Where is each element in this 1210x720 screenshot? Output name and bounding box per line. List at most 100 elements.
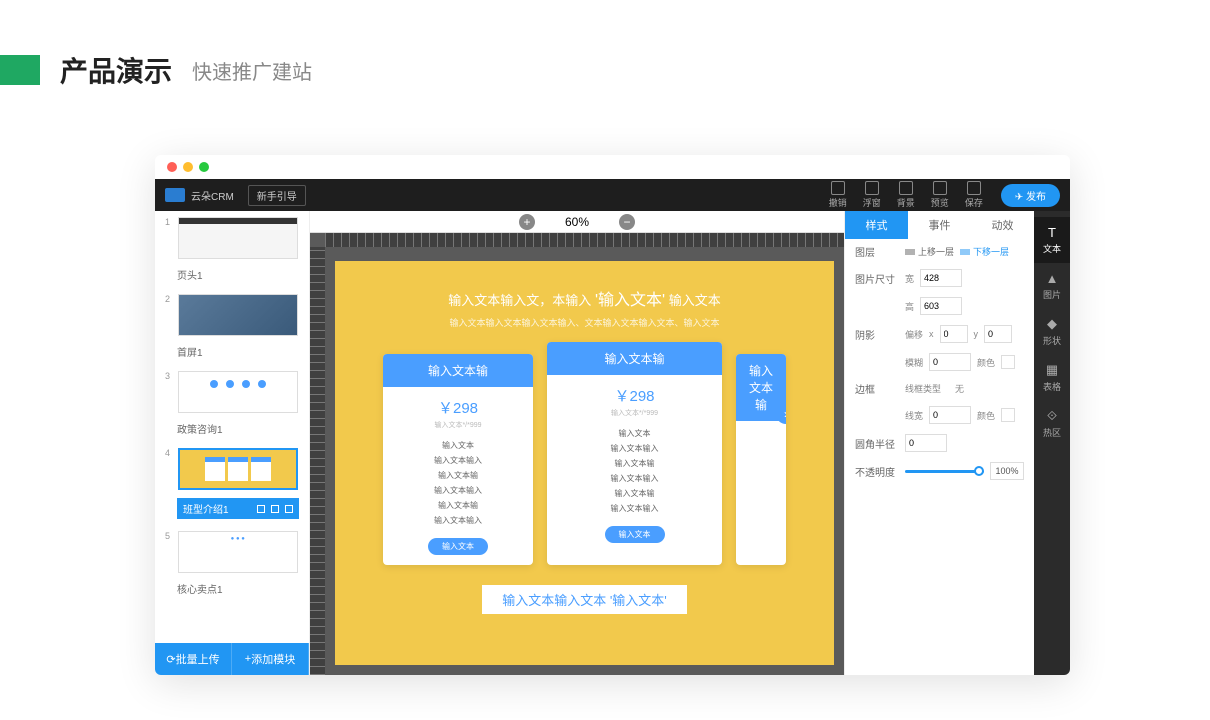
page-subtitle: 快速推广建站 <box>192 56 312 85</box>
slide-item[interactable]: 3 政策咨询1 <box>155 365 309 442</box>
layer-down-icon <box>960 249 970 255</box>
shadow-label: 阴影 <box>855 327 899 342</box>
save-button[interactable]: 保存 <box>965 181 983 209</box>
tool-shape[interactable]: ◆形状 <box>1034 309 1070 355</box>
tool-text[interactable]: T文本 <box>1034 217 1070 263</box>
undo-icon <box>831 181 845 195</box>
add-module-button[interactable]: + 添加模块 <box>232 643 309 675</box>
zoom-in-button[interactable]: + <box>519 214 535 230</box>
slide-label: 核心卖点1 <box>177 581 299 596</box>
guide-button[interactable]: 新手引导 <box>248 185 306 206</box>
card-price: ￥298 <box>547 375 722 408</box>
zoom-bar: + 60% − <box>310 211 844 233</box>
radius-label: 圆角半径 <box>855 436 899 451</box>
canvas-heading[interactable]: 输入文本输入文，本输入 '输入文本' 输入文本 <box>345 286 824 310</box>
canvas-content[interactable]: 输入文本输入文，本输入 '输入文本' 输入文本 输入文本输入文本输入文本输入、文… <box>335 261 834 665</box>
zoom-out-button[interactable]: − <box>619 214 635 230</box>
layer-up-button[interactable]: 上移一层 <box>905 245 954 258</box>
slide-item[interactable]: 2 首屏1 <box>155 288 309 365</box>
tool-strip: T文本 ▲图片 ◆形状 ▦表格 ⟐热区 <box>1034 211 1070 675</box>
batch-upload-button[interactable]: ⟳ 批量上传 <box>155 643 232 675</box>
shadow-x-input[interactable] <box>940 325 968 343</box>
properties-panel: 样式 事件 动效 图层 上移一层 下移一层 图片尺寸 宽 高 阴影 <box>844 211 1034 675</box>
slide-label: 政策咨询1 <box>177 421 299 436</box>
save-icon <box>967 181 981 195</box>
close-icon[interactable] <box>167 162 177 172</box>
layer-down-button[interactable]: 下移一层 <box>960 245 1009 258</box>
publish-button[interactable]: ✈ 发布 <box>1001 184 1060 207</box>
slide-thumb-selected[interactable] <box>178 448 298 490</box>
border-color-swatch[interactable] <box>1001 408 1015 422</box>
opacity-slider[interactable] <box>905 470 984 473</box>
border-width-input[interactable] <box>929 406 971 424</box>
slide-label: 页头1 <box>177 267 299 282</box>
hotzone-icon: ⟐ <box>1045 409 1059 423</box>
card-header: 输入文本输 <box>547 342 722 375</box>
float-icon <box>865 181 879 195</box>
undo-button[interactable]: 撤销 <box>829 181 847 209</box>
float-button[interactable]: 浮窗 <box>863 181 881 209</box>
left-footer: ⟳ 批量上传 + 添加模块 <box>155 643 309 675</box>
slide-item[interactable]: 4 班型介绍1 <box>155 442 309 525</box>
slide-thumb[interactable] <box>178 217 298 259</box>
property-tabs: 样式 事件 动效 <box>845 211 1034 239</box>
card-price: ￥298 <box>383 387 533 420</box>
minimize-icon[interactable] <box>183 162 193 172</box>
canvas-area[interactable]: + 60% − 输入文本输入文，本输入 '输入文本' 输入文本 输入文本输入文本… <box>310 211 844 675</box>
height-input[interactable] <box>920 297 962 315</box>
image-icon: ▲ <box>1045 271 1059 285</box>
slide-item[interactable]: 5 ● ● ● 核心卖点1 <box>155 525 309 602</box>
maximize-icon[interactable] <box>199 162 209 172</box>
radius-input[interactable] <box>905 434 947 452</box>
price-card-partial[interactable]: 输入文本输 › <box>736 354 786 565</box>
opacity-value: 100% <box>990 462 1024 480</box>
tab-effect[interactable]: 动效 <box>971 211 1034 239</box>
size-label: 图片尺寸 <box>855 271 899 286</box>
card-header: 输入文本输 <box>383 354 533 387</box>
text-icon: T <box>1045 225 1059 239</box>
preview-button[interactable]: 预览 <box>931 181 949 209</box>
table-icon: ▦ <box>1045 363 1059 377</box>
ruler-vertical <box>310 247 325 675</box>
slide-label-selected: 班型介绍1 <box>177 498 299 519</box>
canvas-subheading[interactable]: 输入文本输入文本输入文本输入、文本输入文本输入文本、输入文本 <box>345 316 824 329</box>
slide-label: 首屏1 <box>177 344 299 359</box>
slide-item[interactable]: 1 页头1 <box>155 211 309 288</box>
brand-logo: 云朵CRM <box>165 188 234 203</box>
eye-icon <box>933 181 947 195</box>
shadow-y-input[interactable] <box>984 325 1012 343</box>
card-button[interactable]: 输入文本 <box>605 526 665 543</box>
page-header: 产品演示 快速推广建站 <box>0 0 1210 110</box>
copy-icon[interactable] <box>271 505 279 513</box>
width-input[interactable] <box>920 269 962 287</box>
slide-thumb[interactable] <box>178 371 298 413</box>
price-card-featured[interactable]: 输入文本输 ￥298 输入文本*/*999 输入文本 输入文本输入 输入文本输 … <box>547 342 722 565</box>
slide-thumb[interactable]: ● ● ● <box>178 531 298 573</box>
shadow-blur-input[interactable] <box>929 353 971 371</box>
tab-event[interactable]: 事件 <box>908 211 971 239</box>
shape-icon: ◆ <box>1045 317 1059 331</box>
background-button[interactable]: 背景 <box>897 181 915 209</box>
page-title: 产品演示 <box>60 50 172 90</box>
canvas-bottom-text[interactable]: 输入文本输入文本 '输入文本' <box>482 585 687 614</box>
window-titlebar <box>155 155 1070 179</box>
tool-hotzone[interactable]: ⟐热区 <box>1034 401 1070 447</box>
edit-icon[interactable] <box>257 505 265 513</box>
logo-icon <box>165 188 185 202</box>
price-card[interactable]: 输入文本输 ￥298 输入文本*/*999 输入文本 输入文本输入 输入文本输 … <box>383 354 533 565</box>
zoom-value: 60% <box>565 215 589 229</box>
shadow-color-swatch[interactable] <box>1001 355 1015 369</box>
tab-style[interactable]: 样式 <box>845 211 908 239</box>
pricing-cards-row: 输入文本输 ￥298 输入文本*/*999 输入文本 输入文本输入 输入文本输 … <box>345 354 824 565</box>
top-toolbar: 云朵CRM 新手引导 撤销 浮窗 背景 预览 保存 ✈ 发布 <box>155 179 1070 211</box>
next-arrow-icon[interactable]: › <box>776 404 786 424</box>
tool-image[interactable]: ▲图片 <box>1034 263 1070 309</box>
background-icon <box>899 181 913 195</box>
layer-up-icon <box>905 249 915 255</box>
slides-panel: 1 页头1 2 首屏1 3 政策咨询1 4 班型介绍1 <box>155 211 310 675</box>
slide-thumb[interactable] <box>178 294 298 336</box>
border-type-value[interactable]: 无 <box>955 382 964 395</box>
tool-table[interactable]: ▦表格 <box>1034 355 1070 401</box>
card-button[interactable]: 输入文本 <box>428 538 488 555</box>
delete-icon[interactable] <box>285 505 293 513</box>
